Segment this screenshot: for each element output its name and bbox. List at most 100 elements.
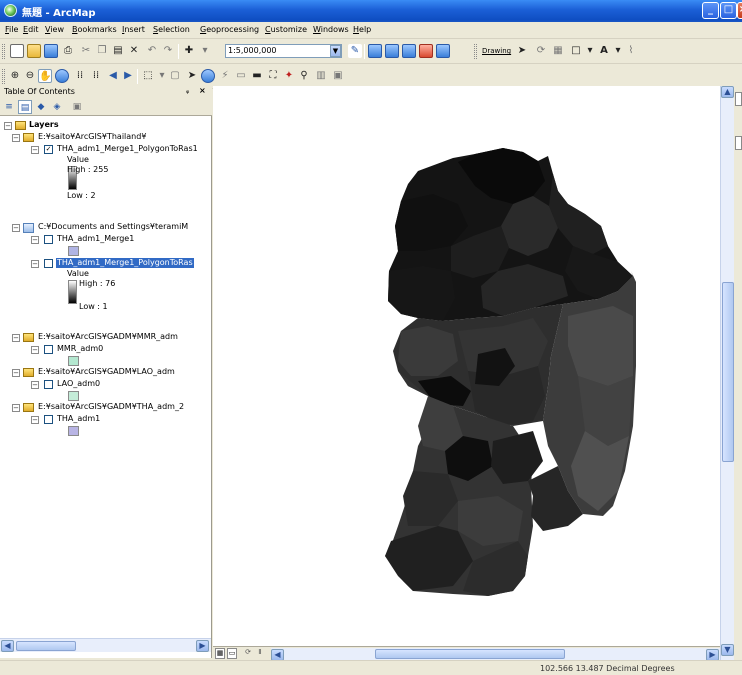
editor-toolbar-icon[interactable]: ✎	[348, 44, 362, 58]
source-folder-documents[interactable]: C:¥Documents and Settings¥teramiM	[38, 222, 188, 232]
new-document-icon[interactable]	[10, 44, 24, 58]
go-to-xy-icon[interactable]: ⚲	[297, 69, 311, 83]
close-button[interactable]: ×	[737, 2, 742, 19]
symbol-swatch[interactable]	[68, 246, 79, 256]
menu-edit[interactable]: Edit	[23, 25, 39, 34]
pan-icon[interactable]: ✋	[38, 69, 52, 83]
save-icon[interactable]	[44, 44, 58, 58]
arctoolbox-icon[interactable]	[419, 44, 433, 58]
zoom-to-selected-icon[interactable]: ▦	[551, 44, 565, 58]
scale-dropdown-icon[interactable]: ▼	[330, 45, 341, 57]
arcmap-app-icon[interactable]	[4, 4, 17, 17]
pause-drawing-icon[interactable]: Ⅱ	[255, 648, 265, 659]
scroll-left-icon[interactable]: ◀	[1, 640, 14, 652]
search-dock-tab[interactable]	[735, 136, 742, 150]
collapse-icon[interactable]: −	[31, 346, 39, 354]
maximize-button[interactable]: □	[720, 2, 737, 19]
hyperlink-icon[interactable]: ⚡	[218, 69, 232, 83]
clear-selection-icon[interactable]: ▢	[168, 69, 182, 83]
menu-selection[interactable]: Selection	[153, 25, 190, 34]
paste-icon[interactable]: ▤	[111, 44, 125, 58]
print-icon[interactable]: ⎙	[61, 44, 75, 58]
layer-visibility-checkbox[interactable]	[44, 415, 53, 424]
layer-mmr-adm0[interactable]: MMR_adm0	[57, 344, 103, 354]
data-frame-label[interactable]: Layers	[29, 120, 59, 130]
menu-insert[interactable]: Insert	[122, 25, 145, 34]
full-extent-icon[interactable]	[55, 69, 69, 83]
viewer-window-icon[interactable]: ▣	[331, 69, 345, 83]
layer-visibility-checkbox[interactable]: ✓	[44, 145, 53, 154]
find-route-icon[interactable]: ✦	[282, 69, 296, 83]
rectangle-dropdown-icon[interactable]: ▾	[583, 44, 597, 58]
select-dropdown-icon[interactable]: ▾	[155, 69, 169, 83]
drawing-menu[interactable]: Drawing	[482, 47, 511, 55]
select-elements-arrow-icon[interactable]: ➤	[185, 69, 199, 83]
list-by-visibility-icon[interactable]: ◆	[34, 100, 48, 114]
scroll-up-icon[interactable]: ▲	[721, 86, 734, 98]
scrollbar-thumb[interactable]	[16, 641, 76, 651]
collapse-icon[interactable]: −	[12, 404, 20, 412]
data-view-button[interactable]: ▦	[215, 648, 225, 659]
collapse-icon[interactable]: −	[31, 146, 39, 154]
layer-visibility-checkbox[interactable]	[44, 259, 53, 268]
redo-icon[interactable]: ↷	[161, 44, 175, 58]
layer-tha-raster-selected[interactable]: THA_adm1_Merge1_PolygonToRas	[56, 258, 194, 268]
list-by-selection-icon[interactable]: ◈	[50, 100, 64, 114]
time-slider-icon[interactable]: ▥	[314, 69, 328, 83]
find-icon[interactable]: ⛶	[266, 69, 280, 83]
toc-title-bar[interactable]: Table Of Contents	[0, 86, 212, 98]
toolbar-grip[interactable]	[2, 44, 5, 59]
layer-tha-adm1[interactable]: THA_adm1	[57, 414, 100, 424]
edit-vertices-icon[interactable]: ⌇	[624, 44, 638, 58]
text-icon[interactable]: A	[597, 44, 611, 58]
rotate-icon[interactable]: ⟳	[534, 44, 548, 58]
symbol-swatch[interactable]	[68, 356, 79, 366]
measure-icon[interactable]: ▬	[250, 69, 264, 83]
source-folder-tha[interactable]: E:¥saito¥ArcGIS¥GADM¥THA_adm_2	[38, 402, 184, 412]
zoom-in-icon[interactable]: ⊕	[8, 69, 22, 83]
html-popup-icon[interactable]: ▭	[234, 69, 248, 83]
layer-tha-adm1-merge1[interactable]: THA_adm1_Merge1	[57, 234, 134, 244]
title-bar[interactable]: 無題 - ArcMap _ □ ×	[0, 0, 742, 22]
menu-windows[interactable]: Windows	[313, 25, 349, 34]
collapse-icon[interactable]: −	[31, 236, 39, 244]
undo-icon[interactable]: ↶	[145, 44, 159, 58]
delete-icon[interactable]: ✕	[127, 44, 141, 58]
auto-hide-pin-icon[interactable]: ᵩ	[186, 86, 189, 95]
map-display[interactable]	[213, 86, 720, 646]
scroll-down-icon[interactable]: ▼	[721, 644, 734, 656]
toolbar-grip[interactable]	[2, 69, 5, 84]
toc-horizontal-scrollbar[interactable]: ◀ ▶	[0, 638, 211, 652]
select-elements-icon[interactable]: ➤	[515, 44, 529, 58]
collapse-icon[interactable]: −	[12, 134, 20, 142]
cut-icon[interactable]: ✂	[79, 44, 93, 58]
map-scale-input[interactable]: 1:5,000,000	[225, 44, 342, 58]
rectangle-icon[interactable]: □	[569, 44, 583, 58]
map-horizontal-scrollbar[interactable]: ◀ ▶	[271, 648, 720, 661]
collapse-icon[interactable]: −	[12, 334, 20, 342]
zoom-out-icon[interactable]: ⊖	[23, 69, 37, 83]
layout-view-button[interactable]: ▭	[227, 648, 237, 659]
scrollbar-thumb[interactable]	[375, 649, 565, 659]
layer-visibility-checkbox[interactable]	[44, 345, 53, 354]
menu-geoprocessing[interactable]: Geoprocessing	[200, 25, 259, 34]
scroll-right-icon[interactable]: ▶	[196, 640, 209, 652]
menu-view[interactable]: View	[45, 25, 64, 34]
source-folder-thailand[interactable]: E:¥saito¥ArcGIS¥Thailand¥	[38, 132, 146, 142]
layer-visibility-checkbox[interactable]	[44, 380, 53, 389]
catalog-window-icon[interactable]	[385, 44, 399, 58]
scrollbar-thumb[interactable]	[722, 282, 734, 462]
map-vertical-scrollbar[interactable]: ▲ ▼	[720, 86, 734, 660]
layer-visibility-checkbox[interactable]	[44, 235, 53, 244]
menu-help[interactable]: Help	[353, 25, 371, 34]
symbol-swatch[interactable]	[68, 391, 79, 401]
minimize-button[interactable]: _	[702, 2, 719, 19]
collapse-icon[interactable]: −	[4, 122, 12, 130]
collapse-icon[interactable]: −	[12, 369, 20, 377]
collapse-icon[interactable]: −	[31, 381, 39, 389]
add-data-dropdown-icon[interactable]: ▾	[198, 44, 212, 58]
symbol-swatch[interactable]	[68, 426, 79, 436]
collapse-icon[interactable]: −	[31, 416, 39, 424]
source-folder-lao[interactable]: E:¥saito¥ArcGIS¥GADM¥LAO_adm	[38, 367, 175, 377]
open-folder-icon[interactable]	[27, 44, 41, 58]
